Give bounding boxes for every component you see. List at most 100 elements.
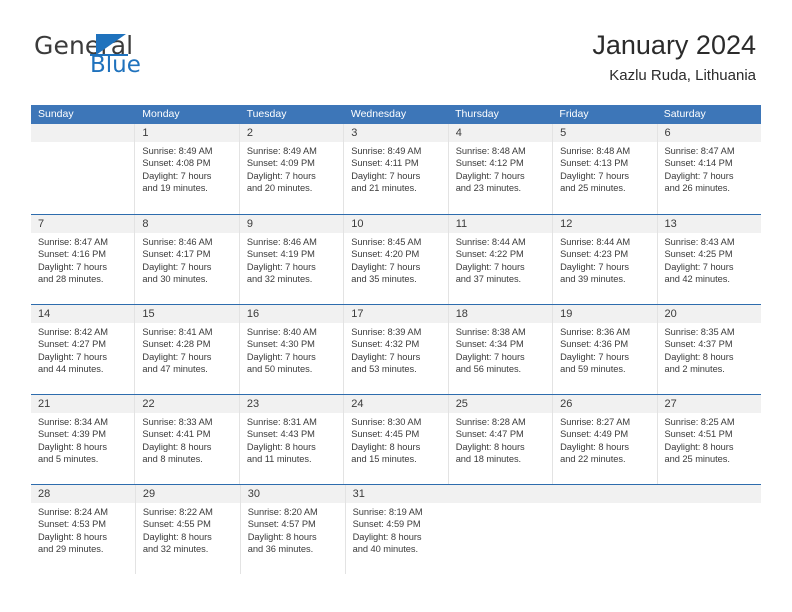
day-detail-lines: Sunrise: 8:33 AM Sunset: 4:41 PM Daylight:… (135, 413, 238, 465)
calendar-day-cell[interactable]: 27 Sunrise: 8:25 AM Sunset: 4:51 PM Dayligh… (656, 395, 761, 484)
day-detail-line: Sunset: 4:49 PM (560, 429, 629, 440)
calendar-day-cell[interactable]: 12 Sunrise: 8:44 AM Sunset: 4:23 PM Dayligh… (552, 215, 657, 304)
calendar-day-cell[interactable]: 26 Sunrise: 8:27 AM Sunset: 4:49 PM Dayligh… (552, 395, 657, 484)
calendar-day-cell[interactable]: 28 Sunrise: 8:24 AM Sunset: 4:53 PM Dayligh… (31, 485, 135, 574)
day-detail-line: Daylight: 7 hours (455, 351, 525, 362)
calendar-day-cell[interactable]: 15 Sunrise: 8:41 AM Sunset: 4:28 PM Dayligh… (134, 305, 239, 394)
day-detail-lines: Sunrise: 8:46 AM Sunset: 4:19 PM Daylight:… (240, 233, 343, 285)
day-detail-lines: Sunrise: 8:20 AM Sunset: 4:57 PM Daylight:… (241, 503, 345, 555)
day-detail-line: Daylight: 8 hours (142, 531, 212, 542)
day-detail-line: Sunrise: 8:36 AM (560, 327, 631, 337)
day-detail-line: Daylight: 8 hours (351, 441, 421, 452)
calendar-day-cell[interactable]: 10 Sunrise: 8:45 AM Sunset: 4:20 PM Dayligh… (343, 215, 448, 304)
day-detail-line: Sunrise: 8:33 AM (142, 417, 213, 427)
calendar-day-cell[interactable]: 13 Sunrise: 8:43 AM Sunset: 4:25 PM Dayligh… (656, 215, 761, 304)
day-detail-line: Sunrise: 8:40 AM (246, 327, 317, 337)
calendar-page: General Blue January 2024 Kazlu Ruda, Li… (0, 0, 792, 612)
day-number: 7 (38, 218, 45, 230)
day-detail-line: Sunset: 4:59 PM (352, 519, 421, 530)
calendar-day-cell[interactable]: 31 Sunrise: 8:19 AM Sunset: 4:59 PM Dayligh… (344, 485, 450, 574)
calendar-day-cell[interactable]: 16 Sunrise: 8:40 AM Sunset: 4:30 PM Dayligh… (238, 305, 344, 394)
day-detail-lines: Sunrise: 8:40 AM Sunset: 4:30 PM Daylight:… (240, 323, 343, 375)
day-number: 29 (142, 488, 156, 500)
calendar-day-cell[interactable]: 8 Sunrise: 8:46 AM Sunset: 4:17 PM Daylight… (134, 215, 239, 304)
day-number-band: 22 (135, 395, 239, 413)
calendar-day-cell[interactable]: 6 Sunrise: 8:47 AM Sunset: 4:14 PM Daylight… (656, 124, 761, 214)
day-detail-line: Daylight: 8 hours (455, 441, 525, 452)
calendar-day-cell[interactable]: 20 Sunrise: 8:35 AM Sunset: 4:37 PM Dayligh… (656, 305, 761, 394)
calendar-day-cell[interactable]: 11 Sunrise: 8:44 AM Sunset: 4:22 PM Dayligh… (447, 215, 553, 304)
day-detail-lines: Sunrise: 8:25 AM Sunset: 4:51 PM Daylight:… (658, 413, 761, 465)
day-detail-line: and 53 minutes. (351, 363, 417, 374)
calendar-day-cell[interactable]: 14 Sunrise: 8:42 AM Sunset: 4:27 PM Dayligh… (31, 305, 135, 394)
weekday-header-monday: Monday (142, 108, 180, 120)
day-number-band: 10 (344, 215, 448, 233)
day-detail-line: and 25 minutes. (664, 453, 730, 464)
day-detail-line: Daylight: 8 hours (664, 441, 734, 452)
day-number-band: 14 (31, 305, 135, 323)
day-detail-line: Daylight: 8 hours (560, 441, 630, 452)
day-detail-lines: Sunrise: 8:43 AM Sunset: 4:25 PM Daylight:… (658, 233, 761, 285)
day-number: 2 (246, 127, 253, 139)
day-detail-line: and 23 minutes. (455, 182, 522, 193)
day-number: 26 (560, 398, 573, 410)
day-detail-line: and 22 minutes. (560, 453, 626, 464)
day-detail-line: Sunset: 4:22 PM (455, 249, 524, 260)
calendar-day-cell[interactable]: 17 Sunrise: 8:39 AM Sunset: 4:32 PM Dayligh… (343, 305, 448, 394)
day-detail-line: Sunset: 4:51 PM (664, 429, 733, 440)
calendar-day-cell[interactable]: 22 Sunrise: 8:33 AM Sunset: 4:41 PM Dayligh… (134, 395, 239, 484)
calendar-day-cell[interactable]: 9 Sunrise: 8:46 AM Sunset: 4:19 PM Daylight… (238, 215, 344, 304)
weekday-header-tuesday: Tuesday (246, 108, 287, 120)
day-number-band: 3 (344, 124, 448, 142)
calendar-day-cell[interactable]: 25 Sunrise: 8:28 AM Sunset: 4:47 PM Dayligh… (447, 395, 553, 484)
calendar-week-row: 21 Sunrise: 8:34 AM Sunset: 4:39 PM Dayligh… (31, 394, 761, 484)
calendar-day-cell[interactable]: 3 Sunrise: 8:49 AM Sunset: 4:11 PM Daylight… (343, 124, 448, 214)
day-detail-line: and 42 minutes. (664, 273, 730, 284)
day-detail-lines: Sunrise: 8:47 AM Sunset: 4:14 PM Daylight:… (658, 142, 761, 194)
calendar-day-cell[interactable]: 2 Sunrise: 8:49 AM Sunset: 4:09 PM Daylight… (238, 124, 344, 214)
calendar-day-cell[interactable]: 18 Sunrise: 8:38 AM Sunset: 4:34 PM Dayligh… (447, 305, 553, 394)
calendar-day-cell[interactable]: 4 Sunrise: 8:48 AM Sunset: 4:12 PM Daylight… (447, 124, 553, 214)
day-number: 3 (351, 127, 358, 139)
day-detail-line: Sunset: 4:36 PM (560, 339, 629, 350)
page-subtitle: Kazlu Ruda, Lithuania (609, 67, 756, 84)
day-detail-line: Sunset: 4:34 PM (455, 339, 524, 350)
day-detail-line: Sunrise: 8:46 AM (142, 237, 213, 247)
day-detail-line: Sunrise: 8:42 AM (38, 327, 108, 337)
day-number: 22 (142, 398, 155, 410)
calendar-day-cell[interactable]: 1 Sunrise: 8:49 AM Sunset: 4:08 PM Daylight… (134, 124, 239, 214)
day-detail-line: Sunrise: 8:44 AM (455, 237, 526, 247)
day-number: 15 (142, 308, 155, 320)
day-number-band: 11 (448, 215, 553, 233)
day-detail-line: Daylight: 7 hours (142, 170, 212, 181)
calendar-day-cell[interactable]: 23 Sunrise: 8:31 AM Sunset: 4:43 PM Dayligh… (238, 395, 344, 484)
day-number-band (553, 485, 658, 503)
day-number: 16 (246, 308, 260, 320)
day-detail-line: and 50 minutes. (246, 363, 313, 374)
calendar-day-cell[interactable]: 21 Sunrise: 8:34 AM Sunset: 4:39 PM Dayligh… (31, 395, 135, 484)
day-detail-line: Sunrise: 8:41 AM (142, 327, 213, 337)
calendar-day-cell[interactable]: 5 Sunrise: 8:48 AM Sunset: 4:13 PM Daylight… (552, 124, 657, 214)
day-detail-line: Daylight: 8 hours (246, 441, 316, 452)
day-number-band: 13 (657, 215, 761, 233)
day-number-band: 7 (31, 215, 135, 233)
calendar-day-cell[interactable]: 7 Sunrise: 8:47 AM Sunset: 4:16 PM Daylight… (31, 215, 135, 304)
day-detail-lines: Sunrise: 8:49 AM Sunset: 4:08 PM Daylight:… (135, 142, 238, 194)
day-detail-line: Daylight: 7 hours (560, 170, 630, 181)
calendar-day-cell[interactable]: 30 Sunrise: 8:20 AM Sunset: 4:57 PM Dayligh… (239, 485, 345, 574)
day-detail-line: Sunrise: 8:47 AM (664, 146, 735, 156)
day-detail-line: Sunset: 4:37 PM (664, 339, 733, 350)
day-detail-line: and 32 minutes. (246, 273, 313, 284)
day-detail-line: Daylight: 7 hours (246, 170, 316, 181)
day-detail-line: Sunset: 4:27 PM (38, 339, 106, 350)
calendar-day-cell[interactable]: 29 Sunrise: 8:22 AM Sunset: 4:55 PM Dayligh… (134, 485, 240, 574)
calendar-day-cell[interactable]: 24 Sunrise: 8:30 AM Sunset: 4:45 PM Dayligh… (343, 395, 448, 484)
day-detail-line: Daylight: 7 hours (38, 261, 107, 272)
day-detail-line: Daylight: 7 hours (560, 261, 630, 272)
day-detail-line: Sunset: 4:32 PM (351, 339, 420, 350)
day-detail-lines: Sunrise: 8:24 AM Sunset: 4:53 PM Daylight:… (31, 503, 135, 555)
day-number-band: 16 (239, 305, 344, 323)
general-blue-logo[interactable]: General Blue (34, 33, 234, 89)
day-detail-line: Sunrise: 8:49 AM (351, 146, 422, 156)
calendar-day-cell[interactable]: 19 Sunrise: 8:36 AM Sunset: 4:36 PM Dayligh… (552, 305, 657, 394)
